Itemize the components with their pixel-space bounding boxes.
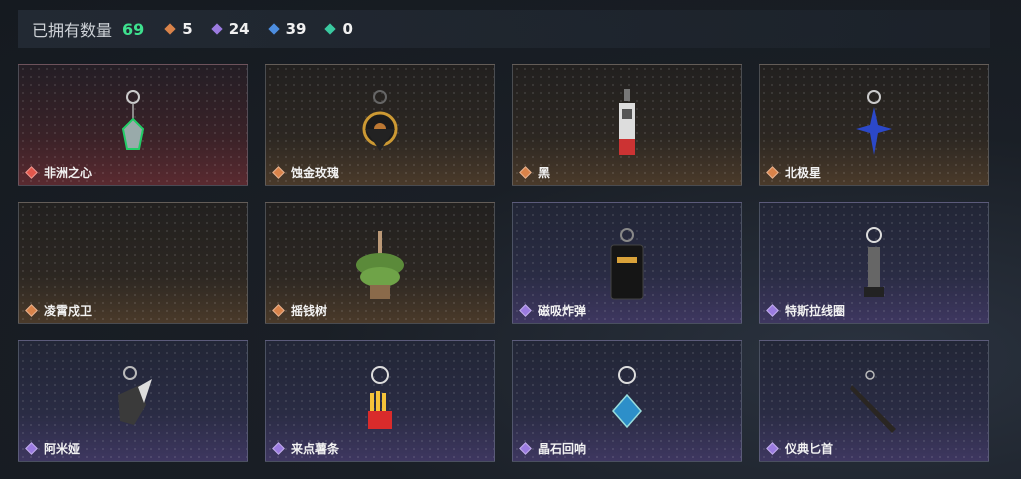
stat-green-value: 0 bbox=[342, 20, 353, 38]
charm-label: 磁吸炸弹 bbox=[519, 302, 587, 319]
charm-name: 非洲之心 bbox=[44, 166, 93, 180]
charm-label: 凌霄戍卫 bbox=[25, 302, 93, 319]
purple-rarity-icon bbox=[519, 304, 532, 317]
crystal-echo-charm-icon bbox=[609, 365, 645, 445]
charm-name: 黑 bbox=[538, 166, 551, 180]
charm-name: 来点薯条 bbox=[291, 442, 340, 456]
charm-label: 仪典匕首 bbox=[766, 440, 834, 457]
charm-card[interactable]: 磁吸炸弹 bbox=[512, 202, 742, 324]
purple-rarity-icon bbox=[766, 442, 779, 455]
charm-label: 阿米娅 bbox=[25, 440, 81, 457]
charm-card[interactable]: 仪典匕首 bbox=[759, 340, 989, 462]
gold-rose-charm-icon bbox=[355, 89, 405, 163]
charm-name: 阿米娅 bbox=[44, 442, 81, 456]
stat-green: 0 bbox=[324, 20, 353, 38]
magnetic-bomb-charm-icon bbox=[605, 227, 649, 307]
amiya-charm-icon bbox=[108, 365, 158, 439]
orange-rarity-icon bbox=[25, 304, 38, 317]
charm-label: 特斯拉线圈 bbox=[766, 302, 846, 319]
charm-card[interactable]: 凌霄戍卫 bbox=[18, 202, 248, 324]
orange-rarity-icon bbox=[272, 304, 285, 317]
purple-rarity-icon bbox=[766, 304, 779, 317]
charm-name: 蚀金玫瑰 bbox=[291, 166, 340, 180]
stat-blue: 39 bbox=[267, 20, 307, 38]
charm-label: 晶石回响 bbox=[519, 440, 587, 457]
green-diamond-icon bbox=[324, 23, 337, 35]
charm-name: 仪典匕首 bbox=[785, 442, 834, 456]
charm-card[interactable]: 阿米娅 bbox=[18, 340, 248, 462]
tesla-coil-charm-icon bbox=[859, 227, 889, 307]
stat-blue-value: 39 bbox=[285, 20, 307, 38]
purple-diamond-icon bbox=[211, 23, 223, 35]
blue-diamond-icon bbox=[267, 23, 280, 35]
purple-rarity-icon bbox=[25, 442, 38, 455]
charm-label: 非洲之心 bbox=[25, 164, 93, 181]
black-tag-charm-icon bbox=[612, 89, 642, 163]
charm-card[interactable]: 特斯拉线圈 bbox=[759, 202, 989, 324]
charm-card[interactable]: 黑 bbox=[512, 64, 742, 186]
red-rarity-icon bbox=[25, 166, 38, 179]
orange-rarity-icon bbox=[272, 166, 285, 179]
charm-card[interactable]: 非洲之心 bbox=[18, 64, 248, 186]
orange-rarity-icon bbox=[519, 166, 532, 179]
owned-count-bar: 已拥有数量 69 5 24 39 0 bbox=[18, 10, 990, 48]
stat-orange-value: 5 bbox=[182, 20, 193, 38]
charm-card[interactable]: 摇钱树 bbox=[265, 202, 495, 324]
stat-purple-value: 24 bbox=[228, 20, 250, 38]
polaris-star-charm-icon bbox=[854, 89, 894, 163]
orange-rarity-icon bbox=[766, 166, 779, 179]
charm-card[interactable]: 来点薯条 bbox=[265, 340, 495, 462]
charm-card[interactable]: 蚀金玫瑰 bbox=[265, 64, 495, 186]
orange-diamond-icon bbox=[164, 23, 176, 35]
purple-rarity-icon bbox=[519, 442, 532, 455]
owned-count-title: 已拥有数量 bbox=[32, 21, 113, 40]
charm-name: 凌霄戍卫 bbox=[44, 304, 93, 318]
charm-name: 北极星 bbox=[785, 166, 822, 180]
charm-name: 摇钱树 bbox=[291, 304, 328, 318]
ritual-dagger-charm-icon bbox=[844, 365, 904, 449]
heart-charm-icon bbox=[113, 89, 153, 163]
fries-charm-icon bbox=[362, 365, 398, 445]
owned-count-total: 69 bbox=[122, 19, 145, 39]
charm-label: 来点薯条 bbox=[272, 440, 340, 457]
purple-rarity-icon bbox=[272, 442, 285, 455]
charm-label: 黑 bbox=[519, 164, 551, 181]
money-tree-charm-icon bbox=[350, 227, 410, 307]
charm-name: 磁吸炸弹 bbox=[538, 304, 587, 318]
stat-purple: 24 bbox=[211, 20, 250, 38]
charm-label: 蚀金玫瑰 bbox=[272, 164, 340, 181]
charm-label: 北极星 bbox=[766, 164, 822, 181]
charm-card[interactable]: 北极星 bbox=[759, 64, 989, 186]
charm-name: 特斯拉线圈 bbox=[785, 304, 846, 318]
stat-orange: 5 bbox=[164, 20, 193, 38]
guard-charm-icon bbox=[113, 227, 153, 301]
charm-label: 摇钱树 bbox=[272, 302, 328, 319]
charm-card[interactable]: 晶石回响 bbox=[512, 340, 742, 462]
charm-name: 晶石回响 bbox=[538, 442, 587, 456]
